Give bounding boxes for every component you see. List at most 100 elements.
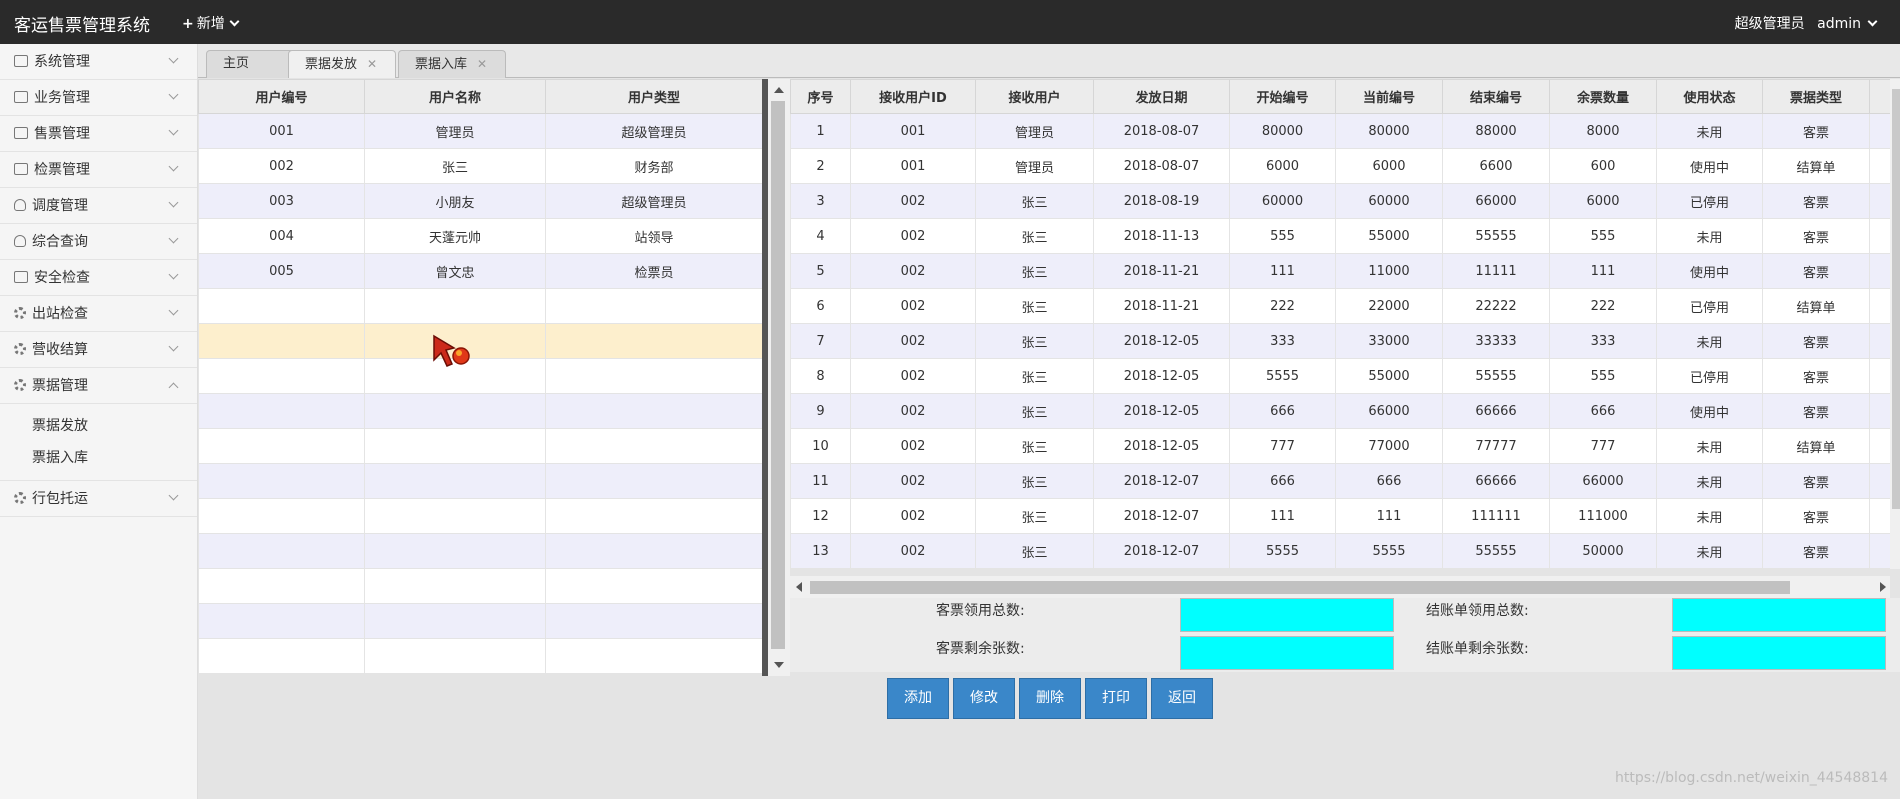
sidebar-item-system[interactable]: 系统管理 [0,44,197,80]
table-cell: 22222 [1442,288,1550,324]
table-row[interactable]: 005 曾文忠 检票员 [198,253,763,289]
column-header[interactable]: 票据类型 [1762,79,1870,114]
tab-home[interactable]: 主页 [206,50,294,78]
column-header[interactable]: 接收用户 [975,79,1094,114]
ticket-remain-field[interactable] [1180,636,1394,670]
table-cell: 111 [1229,253,1336,289]
table-row[interactable] [198,393,763,429]
table-row[interactable]: 8 002 张三 2018-12-05 5555 55000 55555 555 已停用 客票 [790,358,1900,394]
scroll-right-icon[interactable] [1880,582,1886,592]
table-row[interactable]: 003 小朋友 超级管理员 [198,183,763,219]
sidebar-item-revenue[interactable]: 营收结算 [0,332,197,368]
table-row[interactable]: 6 002 张三 2018-11-21 222 22000 22222 222 已停用 结算单 [790,288,1900,324]
add-button[interactable]: 添加 [887,678,949,719]
column-header[interactable]: 用户名称 [364,79,546,114]
column-header[interactable]: 接收用户ID [850,79,976,114]
table-cell: 66000 [1549,463,1657,499]
bill-total-field[interactable] [1672,598,1886,632]
table-row[interactable] [198,288,763,324]
left-vertical-scrollbar[interactable] [768,79,790,676]
scroll-left-icon[interactable] [796,582,802,592]
tab-ticket-stock[interactable]: 票据入库 ✕ [398,50,506,78]
back-button[interactable]: 返回 [1151,678,1213,719]
scroll-thumb[interactable] [771,101,785,649]
table-row[interactable]: 12 002 张三 2018-12-07 111 111 111111 111000 未用 客票 [790,498,1900,534]
horizontal-scrollbar[interactable] [790,576,1890,598]
table-cell: 10 [790,428,851,464]
table-cell [198,498,365,534]
sidebar-item-label: 业务管理 [34,90,90,106]
table-row[interactable] [198,428,763,464]
issue-table: 序号 接收用户ID 接收用户 发放日期 开始编号 当前编号 结束编号 余票数量 使用状态 票据类型… [790,79,1900,569]
table-cell: 客票 [1762,218,1870,254]
close-icon[interactable]: ✕ [477,57,487,71]
column-header[interactable]: 结束编号 [1442,79,1550,114]
table-row[interactable] [198,638,763,674]
new-menu-button[interactable]: + 新增 [182,13,240,33]
sidebar-item-luggage[interactable]: 行包托运 [0,481,197,517]
column-header[interactable]: 发放日期 [1093,79,1230,114]
table-cell [545,498,763,534]
table-row[interactable] [198,533,763,569]
table-row[interactable]: 3 002 张三 2018-08-19 60000 60000 66000 6000 已停用 客票 [790,183,1900,219]
print-button[interactable]: 打印 [1085,678,1147,719]
table-cell: 已停用 [1656,183,1763,219]
sidebar-item-query[interactable]: 综合查询 [0,224,197,260]
column-header[interactable]: 用户编号 [198,79,365,114]
table-row[interactable]: 13 002 张三 2018-12-07 5555 5555 55555 50000 未用 客票 [790,533,1900,569]
column-header[interactable]: 序号 [790,79,851,114]
table-cell: 77777 [1442,428,1550,464]
edit-button[interactable]: 修改 [953,678,1015,719]
table-row[interactable] [198,358,763,394]
table-cell: 55555 [1442,218,1550,254]
sidebar-item-check[interactable]: 检票管理 [0,152,197,188]
bill-remain-field[interactable] [1672,636,1886,670]
table-cell [364,288,546,324]
table-row[interactable]: 5 002 张三 2018-11-21 111 11000 11111 111 使用中 客票 [790,253,1900,289]
ticket-total-field[interactable] [1180,598,1394,632]
sidebar-item-sales[interactable]: 售票管理 [0,116,197,152]
column-header[interactable]: 用户类型 [545,79,763,114]
table-row[interactable]: 1 001 管理员 2018-08-07 80000 80000 88000 8000 未用 客票 [790,113,1900,149]
right-vertical-scrollbar[interactable] [1890,79,1900,569]
scroll-down-icon[interactable] [774,662,784,668]
table-cell: 600 [1549,148,1657,184]
sidebar-item-tickets[interactable]: 票据管理 [0,368,197,404]
table-row[interactable]: 001 管理员 超级管理员 [198,113,763,149]
table-row[interactable]: 004 天蓬元帅 站领导 [198,218,763,254]
watermark: https://blog.csdn.net/weixin_44548814 [1614,770,1888,786]
close-icon[interactable]: ✕ [367,57,377,71]
table-row[interactable]: 4 002 张三 2018-11-13 555 55000 55555 555 未用 客票 [790,218,1900,254]
table-row[interactable] [198,463,763,499]
scroll-thumb[interactable] [1892,89,1900,509]
clipboard-icon [14,163,28,175]
scroll-up-icon[interactable] [774,87,784,93]
table-row[interactable]: 10 002 张三 2018-12-05 777 77000 77777 777 未用 结算单 [790,428,1900,464]
sidebar-item-business[interactable]: 业务管理 [0,80,197,116]
table-row[interactable]: 7 002 张三 2018-12-05 333 33000 33333 333 未用 客票 [790,323,1900,359]
table-row[interactable] [198,568,763,604]
column-header[interactable]: 开始编号 [1229,79,1336,114]
scroll-thumb[interactable] [810,581,1790,594]
table-cell: 2018-12-07 [1093,533,1230,569]
table-row[interactable] [198,323,763,359]
sidebar-item-dispatch[interactable]: 调度管理 [0,188,197,224]
column-header[interactable]: 当前编号 [1335,79,1443,114]
column-header[interactable]: 余票数量 [1549,79,1657,114]
delete-button[interactable]: 删除 [1019,678,1081,719]
tab-ticket-issue[interactable]: 票据发放 ✕ [288,50,396,78]
table-row[interactable] [198,603,763,639]
sidebar-item-exit-check[interactable]: 出站检查 [0,296,197,332]
table-row[interactable]: 11 002 张三 2018-12-07 666 666 66666 66000 未用 客票 [790,463,1900,499]
table-cell [545,393,763,429]
sidebar-item-safety[interactable]: 安全检查 [0,260,197,296]
table-cell: 张三 [975,288,1094,324]
user-menu[interactable]: 超级管理员 admin [1727,13,1878,33]
table-row[interactable]: 9 002 张三 2018-12-05 666 66000 66666 666 使用中 客票 [790,393,1900,429]
table-row[interactable] [198,498,763,534]
table-row[interactable]: 2 001 管理员 2018-08-07 6000 6000 6600 600 使用中 结算单 [790,148,1900,184]
table-row[interactable]: 002 张三 财务部 [198,148,763,184]
column-header[interactable]: 使用状态 [1656,79,1763,114]
sidebar-subitem-stock[interactable]: 票据入库 [0,442,197,474]
sidebar-subitem-issue[interactable]: 票据发放 [0,410,197,442]
